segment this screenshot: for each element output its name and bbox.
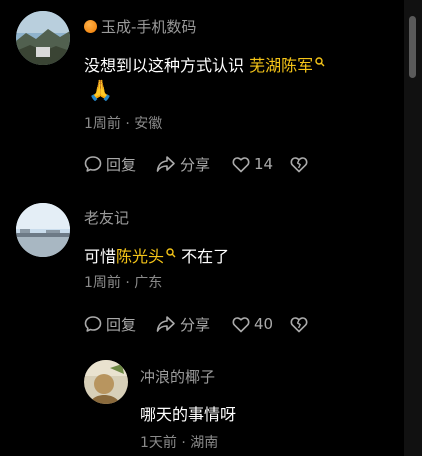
comment-meta: 1周前 · 广东 <box>84 275 163 291</box>
reply-icon <box>84 156 102 172</box>
mention-link[interactable]: 芜湖陈军 <box>249 56 325 75</box>
reply-meta: 1天前 · 湖南 <box>140 435 219 451</box>
like-heart-icon <box>232 316 250 332</box>
comment-actions: 回复 分享 40 <box>84 313 324 335</box>
like-count: 40 <box>254 315 274 333</box>
dislike-broken-heart-icon <box>290 156 308 172</box>
reply-text: 哪天的事情呀 <box>140 405 237 424</box>
avatar[interactable] <box>84 360 128 404</box>
like-button[interactable]: 40 <box>232 313 273 335</box>
like-button[interactable]: 14 <box>232 153 273 175</box>
comment-username[interactable]: 玉成-手机数码 <box>84 16 196 37</box>
dislike-button[interactable] <box>290 153 308 175</box>
share-button[interactable]: 分享 <box>156 153 210 175</box>
comment-username[interactable]: 老友记 <box>84 207 129 228</box>
search-icon <box>166 248 176 258</box>
reply-button[interactable]: 回复 <box>84 153 136 175</box>
search-icon <box>315 57 325 67</box>
share-icon <box>156 316 175 332</box>
avatar[interactable] <box>16 203 70 257</box>
comment-actions: 回复 分享 14 <box>84 153 324 175</box>
share-icon <box>156 156 175 172</box>
avatar[interactable] <box>16 11 70 65</box>
comment-meta: 1周前 · 安徽 <box>84 116 163 132</box>
reply-username[interactable]: 冲浪的椰子 <box>140 366 215 387</box>
reply-button[interactable]: 回复 <box>84 313 136 335</box>
scrollbar-thumb[interactable] <box>409 16 416 78</box>
dislike-broken-heart-icon <box>290 316 308 332</box>
comment-text: 可惜陈光头 不在了 <box>84 247 230 266</box>
comment-text: 没想到以这种方式认识 芜湖陈军 <box>84 52 325 76</box>
reply-icon <box>84 316 102 332</box>
pray-emoji: 🙏 <box>88 78 113 102</box>
orange-badge-icon <box>84 20 97 33</box>
share-button[interactable]: 分享 <box>156 313 210 335</box>
mention-link[interactable]: 陈光头 <box>116 247 176 266</box>
dislike-button[interactable] <box>290 313 308 335</box>
like-heart-icon <box>232 156 250 172</box>
like-count: 14 <box>254 155 274 173</box>
